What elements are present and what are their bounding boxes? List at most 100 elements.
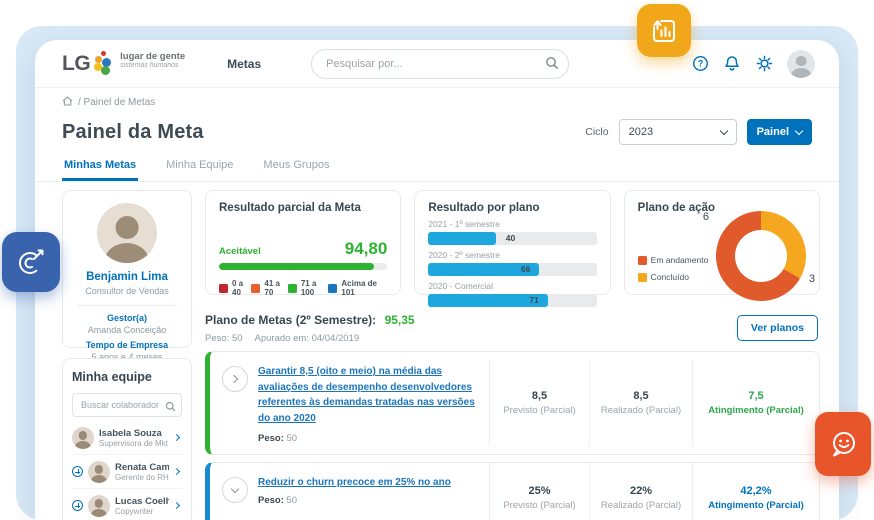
plan-computed-date: 04/04/2019 [312,333,360,344]
view-plans-button[interactable]: Ver planos [737,315,818,341]
bar-value: 66 [521,263,530,276]
progress-track [219,263,387,270]
member-role: Gerente do RH [115,473,169,482]
tab-meus-grupos[interactable]: Meus Grupos [261,155,331,181]
breadcrumb: / Painel de Metas [35,88,839,115]
member-avatar [88,461,110,483]
header-actions: ? [691,50,815,78]
team-member-row[interactable]: Isabela Souza Supervisora de Mkt [72,421,182,455]
add-plus-icon[interactable] [72,466,83,477]
add-plus-icon[interactable] [72,500,83,511]
balloon-logo-icon [92,51,114,77]
chevron-down-icon [719,126,727,134]
metric-atingimento: 7,5 Atingimento (Parcial) [692,360,819,446]
goal-card-2: Reduzir o churn precoce em 25% no ano Pe… [205,462,820,520]
plan-weight: 50 [232,333,243,344]
goal-title-link[interactable]: Garantir 8,5 (oito e meio) na média das … [258,364,479,426]
chevron-down-icon [231,485,239,493]
lg-logo: LG lugar de gente sistemas humanos [62,51,185,77]
page-title: Painel da Meta [62,121,204,144]
expand-chevron-button[interactable] [222,366,248,392]
cycle-label: Ciclo [585,126,608,138]
collapse-chevron-button[interactable] [222,477,248,503]
member-avatar [88,495,110,517]
notifications-bell-icon[interactable] [723,55,741,73]
help-icon[interactable]: ? [691,55,709,73]
user-avatar[interactable] [787,50,815,78]
legend-swatch-blue [328,284,337,293]
search-icon [545,56,559,75]
legend-swatch-orange [251,284,260,293]
legend-swatch-concluido [638,273,647,282]
page-head: Painel da Meta Ciclo 2023 Painel [35,115,839,155]
stat-cards-row: Resultado parcial da Meta Aceitável 94,8… [205,190,820,295]
plan-bar: 2020 - Comercial 71 [428,281,596,307]
page-head-controls: Ciclo 2023 Painel [585,119,812,145]
profile-card: Benjamin Lima Consultor de Vendas Gestor… [62,190,192,348]
export-chart-button[interactable] [637,4,691,57]
card-title: Resultado por plano [428,202,596,214]
team-member-row[interactable]: Lucas Coelho Copywriter [72,489,182,520]
svg-text:?: ? [697,59,702,69]
donut-value-concluido: 3 [809,273,815,285]
goal-title-link[interactable]: Reduzir o churn precoce em 25% no ano [258,475,451,491]
plan-score: 95,35 [385,313,415,327]
profile-name[interactable]: Benjamin Lima [63,271,191,283]
panel-button[interactable]: Painel [747,119,812,145]
metric-realizado: 8,5 Realizado (Parcial) [589,360,692,446]
legend-swatch-em-andamento [638,256,647,265]
chevron-right-icon[interactable] [173,434,180,441]
goal-metrics: 25% Previsto (Parcial) 22% Realizado (Pa… [489,463,819,520]
manager-name: Amanda Conceição [63,325,191,335]
chevron-right-icon[interactable] [173,468,180,475]
bar-value: 40 [506,232,515,245]
global-search [311,49,569,79]
goals-target-button[interactable] [2,232,60,292]
nav-item-metas[interactable]: Metas [227,57,261,71]
search-icon [165,399,176,417]
divider [77,305,177,306]
member-role: Supervisora de Mkt [99,439,169,448]
result-by-plan-card: Resultado por plano 2021 - 1º semestre 4… [414,190,610,295]
logo-tagline: lugar de gente sistemas humanos [120,51,185,69]
feedback-chat-button[interactable] [815,412,871,476]
tab-minha-equipe[interactable]: Minha Equipe [164,155,235,181]
member-avatar [72,427,94,449]
search-input[interactable] [311,49,569,79]
tab-minhas-metas[interactable]: Minhas Metas [62,155,138,181]
page: LG lugar de gente sistemas humanos Metas… [0,0,874,520]
plan-title: Plano de Metas (2º Semestre): [205,313,376,327]
donut-value-em-andamento: 6 [703,211,709,223]
partial-result-value: 94,80 [345,240,388,257]
home-icon[interactable] [62,96,73,109]
chevron-down-icon [795,127,803,135]
profile-role: Consultor de Vendas [63,286,191,296]
card-title: Plano de ação [638,202,806,214]
team-card: Minha equipe Isabela Souza Supervisora d… [62,358,192,520]
profile-photo [97,203,157,263]
action-plan-card: Plano de ação 6 3 Em andamento Concluído [624,190,820,295]
progress-fill [219,263,374,270]
card-title: Resultado parcial da Meta [219,202,387,214]
chevron-right-icon[interactable] [173,502,180,509]
app-header: LG lugar de gente sistemas humanos Metas… [35,40,839,88]
member-name: Isabela Souza [99,428,169,439]
metric-atingimento: 42,2% Atingimento (Parcial) [692,463,819,520]
logo-text: LG [62,51,90,77]
plan-bar: 2021 - 1º semestre 40 [428,219,596,245]
team-member-row[interactable]: Renata Campos Gerente do RH [72,455,182,489]
breadcrumb-path[interactable]: / Painel de Metas [78,97,155,108]
plan-section-header: Plano de Metas (2º Semestre): 95,35 Peso… [205,311,820,344]
status-label: Aceitável [219,246,261,257]
tenure-label: Tempo de Empresa [63,340,191,350]
settings-gear-icon[interactable] [755,55,773,73]
range-legend: 0 a 40 41 a 70 71 a 100 Acima de 101 [219,279,387,297]
legend-swatch-green [288,284,297,293]
member-name: Renata Campos [115,462,169,473]
metric-realizado: 22% Realizado (Parcial) [589,463,692,520]
cycle-select[interactable]: 2023 [619,119,737,145]
chevron-right-icon [230,375,238,383]
donut-legend: Em andamento Concluído [638,255,709,282]
plan-bar: 2020 - 2º semestre 66 [428,250,596,276]
chart-export-icon [648,15,680,47]
